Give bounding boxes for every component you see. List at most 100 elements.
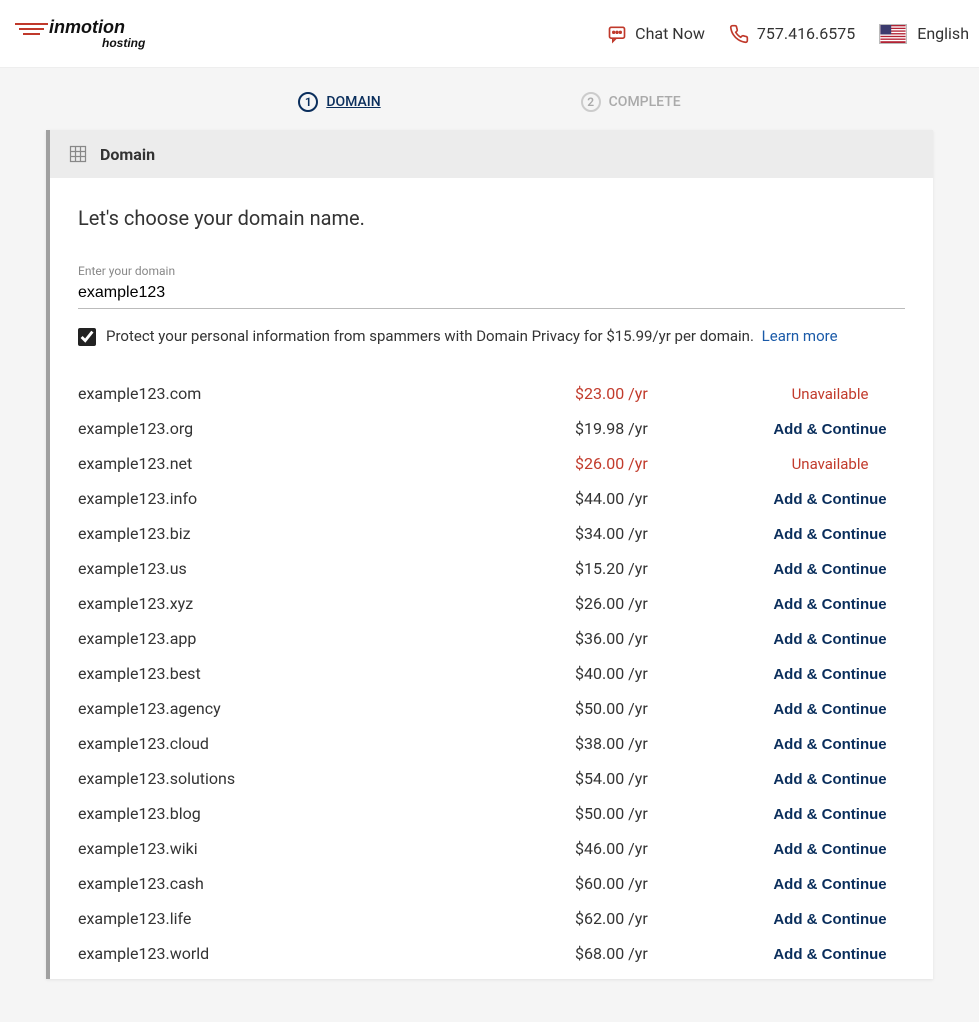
result-domain-name: example123.biz — [78, 524, 575, 543]
domain-input[interactable] — [78, 280, 905, 309]
add-continue-button[interactable]: Add & Continue — [755, 946, 905, 963]
result-price: $26.00 /yr — [575, 454, 755, 473]
domain-input-group: Enter your domain — [78, 264, 905, 309]
add-continue-button[interactable]: Add & Continue — [755, 806, 905, 823]
result-price: $60.00 /yr — [575, 874, 755, 893]
phone-label: 757.416.6575 — [757, 24, 855, 43]
site-header: inmotion hosting Chat Now 757.416.6575 — [0, 0, 979, 68]
unavailable-status: Unavailable — [792, 455, 869, 473]
result-row: example123.best$40.00 /yrAdd & Continue — [78, 656, 905, 691]
result-price: $38.00 /yr — [575, 734, 755, 753]
add-continue-button[interactable]: Add & Continue — [755, 596, 905, 613]
result-row: example123.app$36.00 /yrAdd & Continue — [78, 621, 905, 656]
panel-title: Domain — [100, 145, 155, 164]
result-row: example123.blog$50.00 /yrAdd & Continue — [78, 796, 905, 831]
result-domain-name: example123.info — [78, 489, 575, 508]
learn-more-link[interactable]: Learn more — [762, 327, 838, 345]
add-continue-button[interactable]: Add & Continue — [755, 841, 905, 858]
us-flag-icon — [879, 24, 907, 44]
result-domain-name: example123.cloud — [78, 734, 575, 753]
add-continue-button[interactable]: Add & Continue — [755, 701, 905, 718]
result-price: $54.00 /yr — [575, 769, 755, 788]
chat-label: Chat Now — [635, 24, 705, 43]
result-domain-name: example123.world — [78, 944, 575, 963]
brand-logo[interactable]: inmotion hosting — [14, 16, 164, 52]
result-row: example123.cash$60.00 /yrAdd & Continue — [78, 866, 905, 901]
privacy-text: Protect your personal information from s… — [106, 327, 754, 345]
privacy-text-wrap: Protect your personal information from s… — [106, 327, 838, 345]
svg-text:inmotion: inmotion — [49, 17, 125, 37]
result-row: example123.org$19.98 /yrAdd & Continue — [78, 411, 905, 446]
add-continue-button[interactable]: Add & Continue — [755, 666, 905, 683]
phone-icon — [729, 24, 749, 44]
result-price: $44.00 /yr — [575, 489, 755, 508]
unavailable-status: Unavailable — [792, 385, 869, 403]
result-domain-name: example123.best — [78, 664, 575, 683]
result-row: example123.info$44.00 /yrAdd & Continue — [78, 481, 905, 516]
result-row: example123.com$23.00 /yr Unavailable — [78, 376, 905, 411]
result-price: $15.20 /yr — [575, 559, 755, 578]
step-label: DOMAIN — [326, 94, 380, 110]
building-icon — [68, 144, 88, 164]
svg-text:hosting: hosting — [102, 36, 146, 50]
result-price: $50.00 /yr — [575, 804, 755, 823]
language-label: English — [917, 24, 969, 43]
add-continue-button[interactable]: Add & Continue — [755, 491, 905, 508]
add-continue-button[interactable]: Add & Continue — [755, 631, 905, 648]
result-domain-name: example123.wiki — [78, 839, 575, 858]
result-row: example123.wiki$46.00 /yrAdd & Continue — [78, 831, 905, 866]
result-domain-name: example123.org — [78, 419, 575, 438]
result-price: $36.00 /yr — [575, 629, 755, 648]
domain-results: example123.com$23.00 /yrUnavailableexamp… — [78, 376, 905, 971]
result-row: example123.solutions$54.00 /yrAdd & Cont… — [78, 761, 905, 796]
result-price: $23.00 /yr — [575, 384, 755, 403]
result-price: $40.00 /yr — [575, 664, 755, 683]
header-actions: Chat Now 757.416.6575 English — [607, 24, 969, 44]
add-continue-button[interactable]: Add & Continue — [755, 526, 905, 543]
add-continue-button[interactable]: Add & Continue — [755, 771, 905, 788]
result-price: $19.98 /yr — [575, 419, 755, 438]
result-price: $34.00 /yr — [575, 524, 755, 543]
panel-header: Domain — [50, 130, 933, 178]
add-continue-button[interactable]: Add & Continue — [755, 876, 905, 893]
add-continue-button[interactable]: Add & Continue — [755, 911, 905, 928]
result-domain-name: example123.xyz — [78, 594, 575, 613]
result-row: example123.biz$34.00 /yrAdd & Continue — [78, 516, 905, 551]
result-row: example123.us$15.20 /yrAdd & Continue — [78, 551, 905, 586]
privacy-checkbox[interactable] — [78, 328, 96, 346]
result-row: example123.agency$50.00 /yrAdd & Continu… — [78, 691, 905, 726]
result-price: $68.00 /yr — [575, 944, 755, 963]
result-domain-name: example123.agency — [78, 699, 575, 718]
result-row: example123.net$26.00 /yr Unavailable — [78, 446, 905, 481]
result-row: example123.life$62.00 /yrAdd & Continue — [78, 901, 905, 936]
result-price: $62.00 /yr — [575, 909, 755, 928]
add-continue-button[interactable]: Add & Continue — [755, 561, 905, 578]
step-complete: 2 COMPLETE — [581, 92, 681, 112]
language-selector[interactable]: English — [879, 24, 969, 44]
result-row: example123.world$68.00 /yrAdd & Continue — [78, 936, 905, 971]
result-price: $46.00 /yr — [575, 839, 755, 858]
prompt-text: Let's choose your domain name. — [78, 206, 905, 230]
result-price: $26.00 /yr — [575, 594, 755, 613]
step-domain[interactable]: 1 DOMAIN — [298, 92, 380, 112]
checkout-stepper: 1 DOMAIN 2 COMPLETE — [0, 68, 979, 130]
chat-now-link[interactable]: Chat Now — [607, 24, 705, 44]
domain-input-label: Enter your domain — [78, 264, 905, 278]
add-continue-button[interactable]: Add & Continue — [755, 736, 905, 753]
panel-body: Let's choose your domain name. Enter you… — [50, 178, 933, 979]
domain-panel: Domain Let's choose your domain name. En… — [46, 130, 933, 979]
result-domain-name: example123.solutions — [78, 769, 575, 788]
phone-link[interactable]: 757.416.6575 — [729, 24, 855, 44]
privacy-row: Protect your personal information from s… — [78, 327, 905, 346]
result-domain-name: example123.net — [78, 454, 575, 473]
result-row: example123.xyz$26.00 /yrAdd & Continue — [78, 586, 905, 621]
result-domain-name: example123.com — [78, 384, 575, 403]
chat-icon — [607, 24, 627, 44]
step-number: 2 — [581, 92, 601, 112]
result-row: example123.cloud$38.00 /yrAdd & Continue — [78, 726, 905, 761]
step-number: 1 — [298, 92, 318, 112]
add-continue-button[interactable]: Add & Continue — [755, 421, 905, 438]
inmotion-logo-icon: inmotion hosting — [14, 16, 164, 52]
result-domain-name: example123.us — [78, 559, 575, 578]
result-domain-name: example123.cash — [78, 874, 575, 893]
